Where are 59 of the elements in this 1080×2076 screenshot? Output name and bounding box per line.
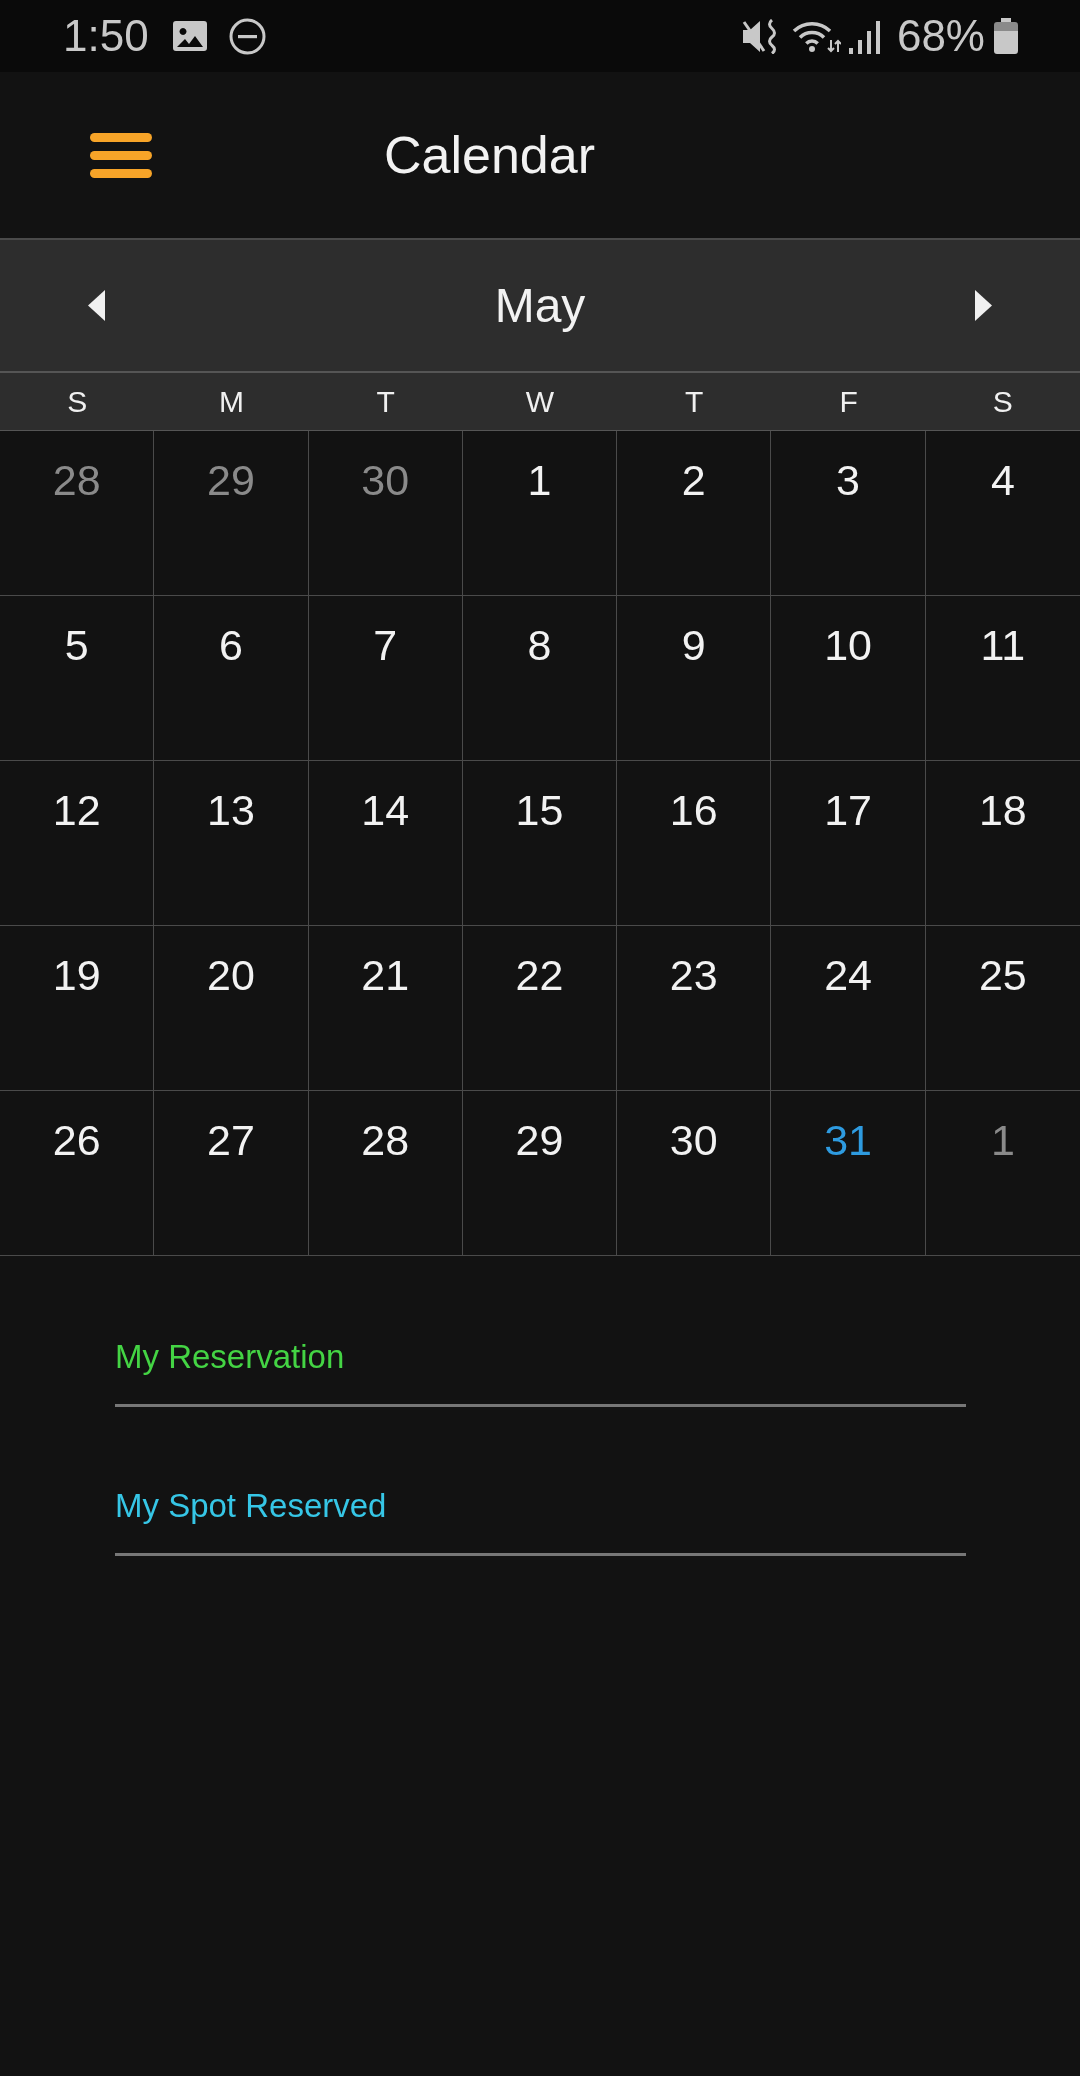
day-cell[interactable]: 9 (617, 596, 772, 761)
day-cell[interactable]: 24 (771, 926, 926, 1091)
battery-icon (994, 18, 1018, 54)
day-cell[interactable]: 1 (462, 431, 618, 596)
day-cell[interactable]: 18 (925, 761, 1080, 926)
day-cell[interactable]: 5 (0, 596, 155, 761)
day-cell[interactable]: 17 (771, 761, 926, 926)
weekday-label: W (525, 383, 555, 420)
day-cell[interactable]: 15 (462, 761, 618, 926)
day-cell[interactable]: 6 (154, 596, 309, 761)
day-cell[interactable]: 11 (925, 596, 1080, 761)
day-cell[interactable]: 14 (308, 761, 463, 926)
day-cell[interactable]: 8 (462, 596, 618, 761)
day-cell[interactable]: 27 (154, 1091, 309, 1256)
day-cell[interactable]: 29 (462, 1091, 618, 1256)
right-triangle-icon (975, 290, 992, 321)
day-cell[interactable]: 10 (771, 596, 926, 761)
battery-percent: 68% (896, 11, 985, 61)
day-cell[interactable]: 21 (308, 926, 463, 1091)
day-cell[interactable]: 16 (617, 761, 772, 926)
left-triangle-icon (88, 290, 105, 321)
day-cell[interactable]: 30 (617, 1091, 772, 1256)
picture-icon (172, 21, 207, 51)
next-month-button[interactable] (975, 290, 992, 321)
menu-button[interactable] (90, 132, 152, 178)
day-cell[interactable]: 28 (308, 1091, 463, 1256)
day-cell[interactable]: 23 (617, 926, 772, 1091)
day-cell[interactable]: 29 (154, 431, 309, 596)
weekday-label: F (839, 383, 858, 420)
status-time: 1:50 (63, 11, 149, 61)
day-cell[interactable]: 13 (154, 761, 309, 926)
weekday-label: T (376, 383, 395, 420)
month-title: May (493, 277, 587, 334)
day-cell[interactable]: 30 (308, 431, 463, 596)
day-cell[interactable]: 20 (154, 926, 309, 1091)
legend-label: My Reservation (115, 1337, 345, 1377)
day-cell[interactable]: 25 (925, 926, 1080, 1091)
day-cell[interactable]: 7 (308, 596, 463, 761)
day-cell[interactable]: 19 (0, 926, 155, 1091)
legend-label: My Spot Reserved (115, 1486, 387, 1526)
mute-icon (741, 18, 779, 54)
day-cell[interactable]: 31 (771, 1091, 926, 1256)
do-not-disturb-icon (228, 17, 266, 55)
weekday-label: S (992, 383, 1013, 420)
day-cell[interactable]: 28 (0, 431, 155, 596)
weekday-label: M (218, 383, 244, 420)
weekday-label: T (685, 383, 704, 420)
signal-icon (848, 18, 881, 54)
weekday-label: S (67, 383, 88, 420)
day-cell[interactable]: 2 (617, 431, 772, 596)
day-cell[interactable]: 1 (925, 1091, 1080, 1256)
menu-icon (90, 132, 152, 178)
previous-month-button[interactable] (88, 290, 105, 321)
day-cell[interactable]: 22 (462, 926, 618, 1091)
screen-title: Calendar (384, 125, 596, 185)
day-cell[interactable]: 4 (925, 431, 1080, 596)
day-cell[interactable]: 26 (0, 1091, 155, 1256)
day-cell[interactable]: 12 (0, 761, 155, 926)
day-cell[interactable]: 3 (771, 431, 926, 596)
